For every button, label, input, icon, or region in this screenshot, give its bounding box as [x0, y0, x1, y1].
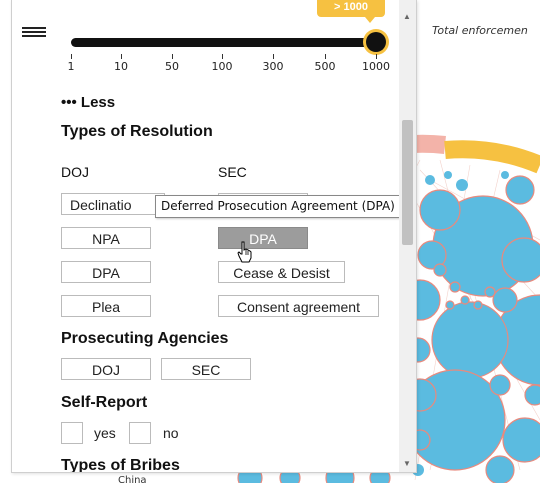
sec-cease-desist-option[interactable]: Cease & Desist — [218, 261, 345, 283]
doj-plea-option[interactable]: Plea — [61, 295, 151, 317]
slider-tick-label: 50 — [165, 60, 179, 73]
slider-tick — [222, 54, 223, 59]
doj-dpa-option[interactable]: DPA — [61, 261, 151, 283]
slider-tick — [172, 54, 173, 59]
dpa-tooltip: Deferred Prosecution Agreement (DPA) — [155, 195, 401, 218]
slider-tick — [121, 54, 122, 59]
agency-sec-option[interactable]: SEC — [161, 358, 251, 380]
doj-column-label: DOJ — [61, 164, 89, 180]
total-enforcement-label: Total enforcemen — [432, 24, 528, 37]
self-report-no-label: no — [163, 425, 179, 441]
sec-dpa-option[interactable]: DPA — [218, 227, 308, 249]
self-report-yes-label: yes — [94, 425, 116, 441]
slider-tick-label: 100 — [211, 60, 233, 73]
self-report-title: Self-Report — [61, 394, 148, 411]
agency-doj-option[interactable]: DOJ — [61, 358, 151, 380]
bribe-types-title: Types of Bribes — [61, 457, 180, 473]
slider-tick-label: 1000 — [362, 60, 390, 73]
slider-tick — [273, 54, 274, 59]
filter-panel: > 1000 1 10 50 100 300 500 1000 ••• Less… — [11, 0, 417, 473]
country-label-fragment: China — [118, 475, 147, 486]
slider-tick — [325, 54, 326, 59]
outer-ring-gold — [444, 140, 540, 174]
doj-npa-option[interactable]: NPA — [61, 227, 151, 249]
slider-tick-label: 10 — [114, 60, 128, 73]
slider-tick — [71, 54, 72, 59]
less-toggle[interactable]: ••• Less — [61, 94, 115, 111]
self-report-yes-checkbox[interactable] — [61, 422, 83, 444]
sec-consent-agreement-option[interactable]: Consent agreement — [218, 295, 379, 317]
slider-value-bubble-tail — [365, 17, 375, 23]
amount-slider-thumb[interactable] — [366, 32, 386, 52]
resolution-types-title: Types of Resolution — [61, 123, 213, 140]
self-report-no-checkbox[interactable] — [129, 422, 151, 444]
doj-declination-option[interactable]: Declinatio — [61, 193, 165, 215]
slider-tick-label: 300 — [262, 60, 284, 73]
scroll-down-arrow-icon[interactable]: ▼ — [403, 459, 411, 468]
slider-tick-label: 500 — [314, 60, 336, 73]
scrollbar-thumb[interactable] — [402, 120, 413, 245]
slider-tick — [376, 54, 377, 59]
panel-scrollbar[interactable]: ▲ ▼ — [399, 0, 416, 472]
slider-value-bubble: > 1000 — [317, 0, 385, 17]
amount-slider-track[interactable] — [71, 38, 376, 47]
scroll-up-arrow-icon[interactable]: ▲ — [403, 12, 411, 21]
sec-column-label: SEC — [218, 164, 247, 180]
slider-tick-label: 1 — [67, 60, 75, 73]
hand-pointer-icon — [237, 241, 252, 263]
filter-panel-content: > 1000 1 10 50 100 300 500 1000 ••• Less… — [12, 0, 401, 473]
prosecuting-agencies-title: Prosecuting Agencies — [61, 330, 229, 347]
hamburger-menu-icon[interactable] — [22, 27, 46, 39]
